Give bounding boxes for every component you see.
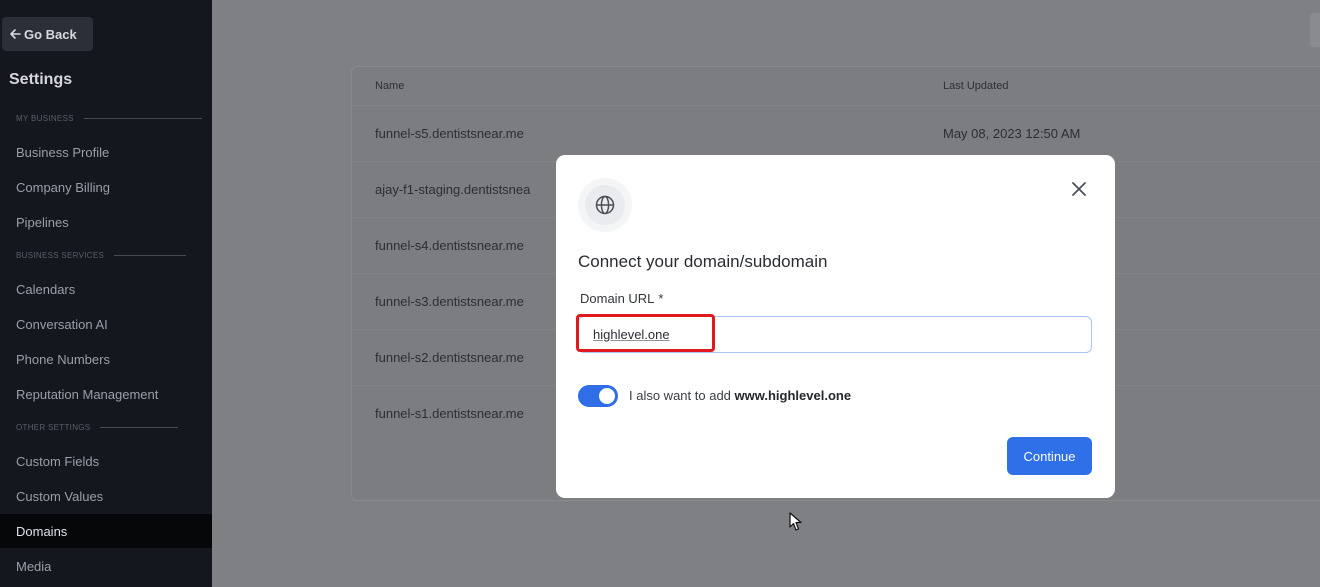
section-business-services: BUSINESS SERVICES [16, 251, 187, 260]
continue-button[interactable]: Continue [1007, 437, 1092, 475]
sidebar-item-company-billing[interactable]: Company Billing [0, 170, 212, 204]
column-header-last-updated: Last Updated [943, 80, 1009, 92]
domain-name: funnel-s2.dentistsnear.me [375, 350, 524, 365]
required-marker: * [658, 291, 664, 306]
section-divider [83, 118, 202, 119]
sidebar-item-reputation-management[interactable]: Reputation Management [0, 377, 212, 411]
sidebar-item-custom-values[interactable]: Custom Values [0, 479, 212, 513]
mouse-cursor-icon [789, 512, 803, 537]
connect-domain-modal: Connect your domain/subdomain Domain URL… [556, 155, 1115, 498]
domain-name: funnel-s5.dentistsnear.me [375, 126, 524, 141]
section-my-business: MY BUSINESS [16, 114, 202, 123]
section-label: OTHER SETTINGS [16, 423, 91, 432]
add-www-label: I also want to add www.highlevel.one [629, 388, 851, 403]
section-other-settings: OTHER SETTINGS [16, 423, 179, 432]
modal-title: Connect your domain/subdomain [578, 252, 828, 271]
sidebar-item-calendars[interactable]: Calendars [0, 272, 212, 306]
sidebar-item-domains[interactable]: Domains [0, 514, 212, 548]
sidebar-item-conversation-ai[interactable]: Conversation AI [0, 307, 212, 341]
settings-sidebar: Go Back Settings MY BUSINESS Business Pr… [0, 0, 212, 587]
header-action-button[interactable] [1310, 13, 1320, 47]
table-row[interactable]: funnel-s5.dentistsnear.me May 08, 2023 1… [352, 106, 1320, 162]
sidebar-item-custom-fields[interactable]: Custom Fields [0, 444, 212, 478]
domain-url-input[interactable] [578, 316, 1092, 353]
domain-name: funnel-s3.dentistsnear.me [375, 294, 524, 309]
close-icon[interactable] [1069, 179, 1089, 199]
domain-name: funnel-s4.dentistsnear.me [375, 238, 524, 253]
globe-icon [585, 185, 625, 225]
sidebar-title: Settings [9, 71, 73, 88]
sidebar-item-business-profile[interactable]: Business Profile [0, 135, 212, 169]
column-header-name: Name [375, 80, 405, 92]
toggle-text: I also want to add [629, 388, 731, 403]
www-domain: www.highlevel.one [734, 388, 852, 403]
globe-icon-badge [578, 178, 632, 232]
arrow-left-icon [9, 28, 21, 40]
section-label: BUSINESS SERVICES [16, 251, 105, 260]
field-label-text: Domain URL [580, 291, 655, 306]
sidebar-item-phone-numbers[interactable]: Phone Numbers [0, 342, 212, 376]
go-back-label: Go Back [24, 26, 77, 42]
domain-url-label: Domain URL * [580, 291, 663, 306]
toggle-knob [599, 388, 615, 404]
table-header: Name Last Updated [352, 67, 1320, 106]
domain-name: funnel-s1.dentistsnear.me [375, 406, 524, 421]
add-www-toggle[interactable] [578, 385, 618, 407]
sidebar-item-media[interactable]: Media [0, 549, 212, 583]
domain-name: ajay-f1-staging.dentistsnea [375, 182, 531, 197]
last-updated: May 08, 2023 12:50 AM [943, 126, 1081, 141]
section-divider [114, 255, 187, 256]
sidebar-item-pipelines[interactable]: Pipelines [0, 205, 212, 239]
go-back-button[interactable]: Go Back [2, 17, 93, 51]
section-divider [100, 427, 179, 428]
section-label: MY BUSINESS [16, 114, 74, 123]
